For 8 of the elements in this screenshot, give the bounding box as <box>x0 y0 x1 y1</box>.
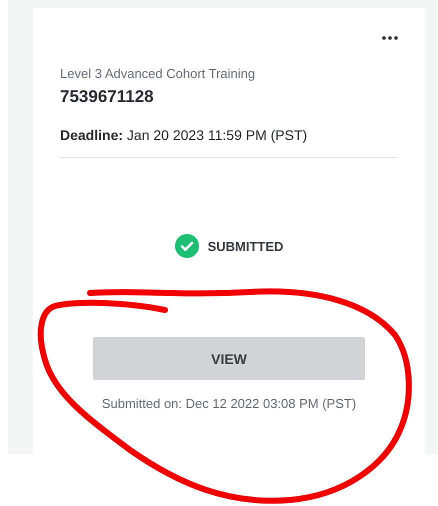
submitted-date: Submitted on: Dec 12 2022 03:08 PM (PST) <box>100 396 358 411</box>
course-title: Level 3 Advanced Cohort Training <box>60 66 256 81</box>
id-number: 7539671128 <box>60 87 155 107</box>
check-icon <box>174 234 199 258</box>
deadline-text: Deadline: Jan 20 2023 11:59 PM (PST) <box>60 127 398 158</box>
status-label: SUBMITTED <box>208 238 284 254</box>
view-button[interactable]: VIEW <box>93 337 365 380</box>
more-icon[interactable] <box>382 36 398 40</box>
